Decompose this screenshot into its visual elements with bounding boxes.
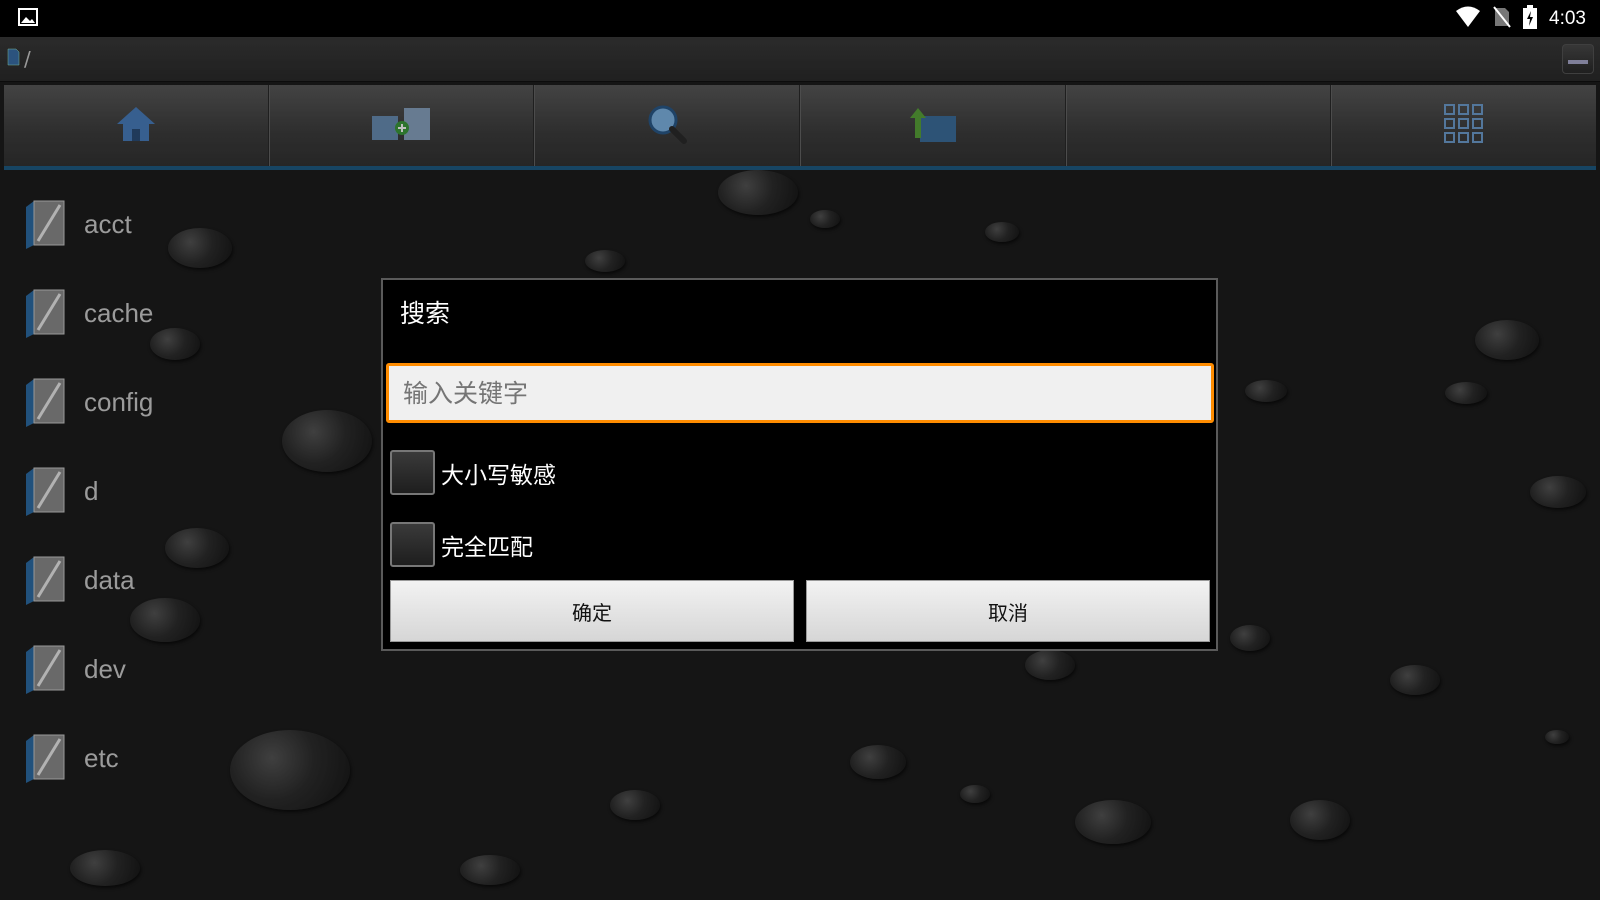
- battery-charging-icon: [1523, 4, 1538, 33]
- search-dialog: 搜索 大小写敏感 完全匹配 确定 取消: [381, 278, 1218, 651]
- case-sensitive-checkbox[interactable]: [390, 450, 435, 495]
- search-input[interactable]: [386, 363, 1214, 423]
- exact-match-label: 完全匹配: [441, 534, 533, 561]
- cancel-button[interactable]: 取消: [806, 580, 1210, 642]
- image-notification-icon: [18, 7, 38, 30]
- exact-match-row[interactable]: 完全匹配: [390, 522, 533, 567]
- no-sim-icon: [1493, 5, 1511, 32]
- wifi-icon: [1455, 6, 1481, 32]
- case-sensitive-label: 大小写敏感: [441, 462, 556, 489]
- status-bar: 4:03: [0, 0, 1600, 37]
- clock: 4:03: [1549, 7, 1586, 29]
- dialog-title: 搜索: [400, 299, 451, 328]
- ok-button[interactable]: 确定: [390, 580, 794, 642]
- case-sensitive-row[interactable]: 大小写敏感: [390, 450, 556, 495]
- exact-match-checkbox[interactable]: [390, 522, 435, 567]
